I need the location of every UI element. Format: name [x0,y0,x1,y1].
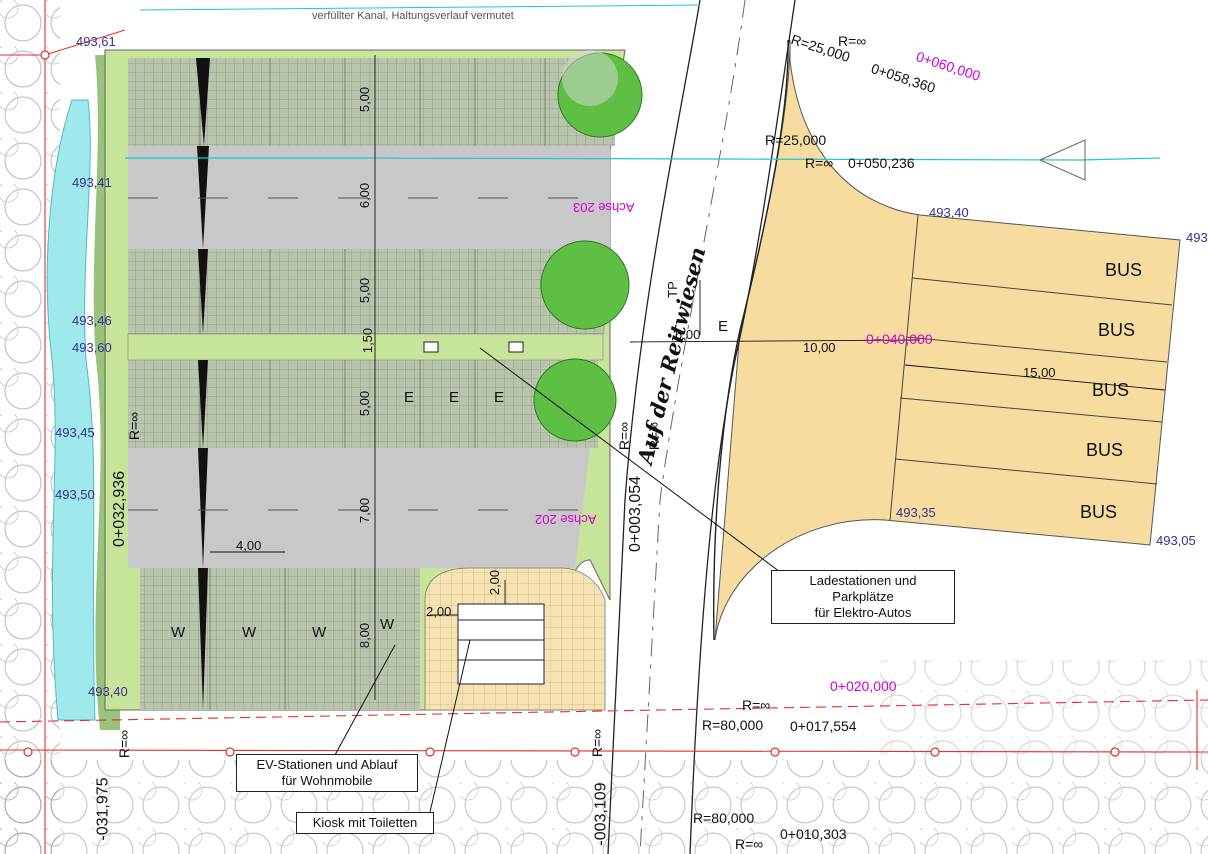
elevation-label: 493,61 [76,34,116,49]
motorhome-bay-code: W [242,624,257,641]
kiosk-building [457,603,545,685]
bus-bay-label: BUS [1080,502,1118,522]
tp-label: TP [664,281,680,298]
site-plan [0,0,1208,854]
radius-label: R=80,000 [702,717,764,733]
ev-bay-code: E [494,389,505,406]
dimension-label: 2,00 [426,604,452,619]
dimension-label: 5,00 [357,390,373,417]
dimension-label: 4,00 [236,538,262,553]
station-value: 0+017,554 [790,718,857,734]
dimension-label: 15,00 [1023,365,1056,380]
station-value: 0+050,236 [848,155,915,171]
radius-label: R=∞ [735,836,764,852]
vegetation-left [0,0,60,854]
elevation-label: 493,05 [1156,533,1196,548]
elevation-label: 493,45 [55,425,95,440]
bus-bay-label: BUS [1098,320,1136,340]
chainage-label: 0+003,054 [627,475,645,553]
radius-label: R=∞ [616,421,633,451]
axis-label: Achse 202 [535,512,597,527]
dimension-label: 2,00 [487,569,503,596]
motorhome-bay-code: W [171,624,186,641]
elevation-label: 493,46 [72,313,112,328]
dimension-label: 6,00 [675,327,701,342]
radius-label: R=∞ [589,728,606,758]
motorhome-bay-code: W [312,624,327,641]
elevation-label: 493,40 [88,684,128,699]
chainage-label: -031,975 [94,777,112,841]
elevation-label: 493,35 [896,505,936,520]
callout-ev-motorhome: EV-Stationen und Ablauf für Wohnmobile [236,754,418,792]
station-label: 0+040,000 [866,331,933,347]
dimension-label: 7,00 [357,497,373,524]
vegetation-right [880,660,1208,760]
elevation-label: 493,60 [72,340,112,355]
ev-bay-code: E [449,389,460,406]
elevation-label: 493,40 [929,205,969,220]
elevation-label: 493 [1186,230,1208,245]
dimension-label: 6,00 [357,182,373,209]
radius-label: R=80,000 [693,810,755,826]
station-label: 0+020,000 [830,678,897,694]
dimension-label: 8,00 [357,622,373,649]
station-value: 0+010,303 [780,826,847,842]
dimension-label: 1,50 [360,327,376,354]
callout-kiosk: Kiosk mit Toiletten [296,812,434,834]
callout-ev-parking: Ladestationen und Parkplätze für Elektro… [771,570,955,624]
radius-label: R=∞ [742,697,771,713]
radius-label: R=∞ [116,729,133,759]
chainage-label: 0+032,936 [111,470,129,548]
bus-bay-label: BUS [1086,440,1124,460]
bus-bay-label: BUS [1092,380,1130,400]
dimension-label: 5,00 [357,86,373,113]
elevation-label: 493,41 [72,175,112,190]
dimension-label: 5,00 [357,277,373,304]
chainage-label: -003,109 [592,782,610,846]
motorhome-bay-code: W [380,616,395,633]
dimension-label: 10,00 [803,340,836,355]
ev-bay-code: E [404,389,415,406]
radius-label: R=∞ [805,155,834,171]
top-note: verfüllter Kanal, Haltungsverlauf vermut… [312,10,514,22]
bus-bay-label: BUS [1105,260,1143,280]
radius-label: R=∞ [126,411,143,441]
e-label: E [718,318,729,335]
elevation-label: 493,50 [55,487,95,502]
radius-label: R=∞ [646,421,663,451]
axis-label: Achse 203 [573,200,635,215]
radius-label: R=25,000 [765,132,827,148]
